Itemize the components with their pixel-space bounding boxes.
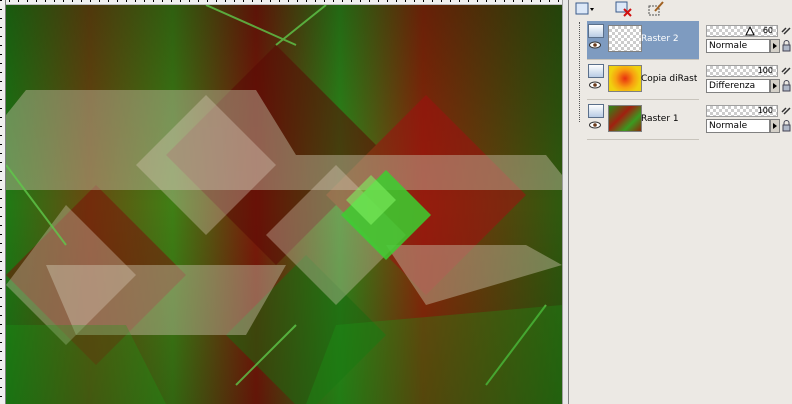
lock-icon[interactable] [780, 80, 792, 92]
artwork-image [6, 5, 562, 404]
layers-palette: Raster 2 Copia diRast Raster 1 60 Normal… [568, 0, 792, 404]
blend-mode-select[interactable]: Differenza [706, 79, 770, 93]
opacity-slider[interactable]: 100 [706, 105, 778, 117]
layer-thumbnail [608, 25, 642, 52]
slider-thumb-icon[interactable] [745, 26, 755, 36]
image-canvas[interactable] [6, 5, 562, 404]
layer-row-raster-1[interactable]: Raster 1 [587, 101, 699, 140]
visibility-eye-icon[interactable] [589, 81, 601, 89]
new-layer-icon[interactable] [575, 1, 594, 17]
blend-mode-select[interactable]: Normale [706, 39, 770, 53]
layer-properties-copia-di-raster: 100 Differenza [706, 62, 792, 98]
layer-group-toggle-icon[interactable] [588, 64, 604, 78]
link-icon[interactable] [780, 64, 792, 76]
layer-properties-raster-2: 60 Normale [706, 22, 792, 58]
blend-mode-dropdown-button[interactable] [770, 39, 780, 53]
layers-toolbar [569, 0, 792, 18]
ruler-top [0, 0, 568, 4]
opacity-value: 60 [762, 26, 773, 35]
link-icon[interactable] [780, 24, 792, 36]
layer-row-raster-2[interactable]: Raster 2 [587, 21, 699, 60]
layer-thumbnail [608, 105, 642, 132]
opacity-value: 100 [757, 66, 773, 75]
layer-thumbnail [608, 65, 642, 92]
layer-name: Raster 1 [641, 114, 679, 124]
canvas-area[interactable] [0, 0, 569, 404]
edit-selection-icon[interactable] [647, 1, 665, 17]
blend-mode-select[interactable]: Normale [706, 119, 770, 133]
link-icon[interactable] [780, 104, 792, 116]
layer-row-copia-di-raster[interactable]: Copia diRast [587, 61, 699, 100]
layer-name: Copia diRast [641, 74, 697, 84]
blend-mode-dropdown-button[interactable] [770, 119, 780, 133]
layer-group-toggle-icon[interactable] [588, 24, 604, 38]
blend-mode-dropdown-button[interactable] [770, 79, 780, 93]
delete-layer-icon[interactable] [615, 1, 633, 17]
visibility-eye-icon[interactable] [589, 121, 601, 129]
opacity-slider[interactable]: 100 [706, 65, 778, 77]
layer-group-toggle-icon[interactable] [588, 104, 604, 118]
lock-icon[interactable] [780, 40, 792, 52]
layer-list: Raster 2 Copia diRast Raster 1 [573, 20, 699, 404]
layer-properties: 60 Normale 100 Differenza 100 Normale [704, 20, 792, 404]
opacity-value: 100 [757, 106, 773, 115]
lock-icon[interactable] [780, 120, 792, 132]
layer-properties-raster-1: 100 Normale [706, 102, 792, 138]
layer-name: Raster 2 [641, 34, 679, 44]
visibility-eye-icon[interactable] [589, 41, 601, 49]
opacity-slider[interactable]: 60 [706, 25, 778, 37]
